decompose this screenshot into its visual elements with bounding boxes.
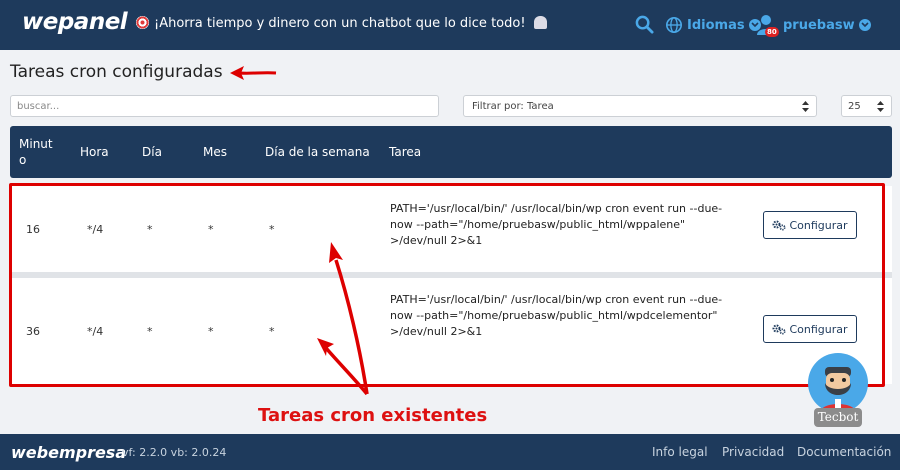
top-navbar: wepanel ¡Ahorra tiempo y dinero con un c… — [0, 0, 900, 50]
cell-minute: 16 — [26, 222, 40, 236]
col-weekday[interactable]: Día de la semana — [265, 126, 370, 178]
cell-hour: */4 — [87, 222, 104, 236]
robot-icon — [533, 16, 547, 29]
page-size-select[interactable]: 25 — [841, 95, 892, 117]
footer: webempresa vf: 2.2.0 vb: 2.0.24 Info leg… — [0, 434, 900, 470]
chevron-down-icon — [858, 19, 871, 31]
col-hour[interactable]: Hora — [80, 126, 109, 178]
cell-month: * — [208, 324, 214, 338]
configure-button-label: Configurar — [789, 218, 848, 232]
table-header: Minut o Hora Día Mes Día de la semana Ta… — [10, 126, 892, 178]
footer-link-privacy[interactable]: Privacidad — [722, 445, 784, 459]
col-minute[interactable]: Minut o — [19, 126, 59, 178]
col-task[interactable]: Tarea — [389, 126, 421, 178]
cell-hour: */4 — [87, 324, 104, 338]
bearded-man-icon — [820, 367, 856, 413]
search-icon[interactable] — [635, 15, 654, 34]
footer-link-docs[interactable]: Documentación — [797, 445, 891, 459]
cell-task: PATH='/usr/local/bin/' /usr/local/bin/wp… — [390, 202, 723, 247]
table-row: 16 */4 * * * PATH='/usr/local/bin/' /usr… — [10, 186, 892, 272]
globe-icon — [665, 16, 683, 34]
col-month[interactable]: Mes — [203, 126, 227, 178]
username-label: pruebasw — [783, 17, 855, 33]
configure-button[interactable]: Configurar — [763, 315, 857, 343]
chatbot-avatar[interactable] — [808, 353, 868, 413]
cell-task: PATH='/usr/local/bin/' /usr/local/bin/wp… — [390, 293, 723, 338]
user-menu[interactable]: 80 pruebasw — [757, 14, 871, 37]
annotation-label: Tareas cron existentes — [258, 405, 488, 426]
webempresa-logo[interactable]: webempresa — [11, 443, 126, 462]
search-input[interactable] — [10, 95, 439, 117]
cell-weekday: * — [269, 324, 275, 338]
gears-icon — [772, 324, 786, 335]
filter-select-value: Filtrar por: Tarea — [472, 101, 554, 112]
language-menu[interactable]: Idiomas — [665, 15, 761, 35]
promo-banner[interactable]: ¡Ahorra tiempo y dinero con un chatbot q… — [136, 16, 547, 31]
page-title: Tareas cron configuradas — [10, 62, 223, 82]
title-arrow — [230, 66, 277, 80]
wepanel-logo[interactable]: wepanel — [22, 9, 128, 35]
table-row: 36 */4 * * * PATH='/usr/local/bin/' /usr… — [10, 278, 892, 384]
configure-button[interactable]: Configurar — [763, 211, 857, 239]
version-info: vf: 2.2.0 vb: 2.0.24 — [122, 446, 227, 459]
cell-minute: 36 — [26, 324, 40, 338]
gears-icon — [772, 220, 786, 231]
configure-button-label: Configurar — [789, 322, 848, 336]
dart-icon — [136, 16, 149, 29]
updown-arrows-icon — [877, 101, 884, 112]
promo-text: ¡Ahorra tiempo y dinero con un chatbot q… — [154, 16, 526, 31]
language-label: Idiomas — [687, 17, 745, 33]
notification-badge: 80 — [765, 27, 779, 37]
page-size-value: 25 — [848, 101, 861, 112]
user-icon: 80 — [757, 14, 779, 37]
footer-link-legal[interactable]: Info legal — [652, 445, 708, 459]
chatbot-name[interactable]: Tecbot — [814, 408, 862, 427]
col-day[interactable]: Día — [142, 126, 162, 178]
cell-month: * — [208, 222, 214, 236]
updown-arrows-icon — [802, 101, 809, 112]
cell-weekday: * — [269, 222, 275, 236]
cell-day: * — [147, 222, 153, 236]
filter-select[interactable]: Filtrar por: Tarea — [463, 95, 817, 117]
cell-day: * — [147, 324, 153, 338]
